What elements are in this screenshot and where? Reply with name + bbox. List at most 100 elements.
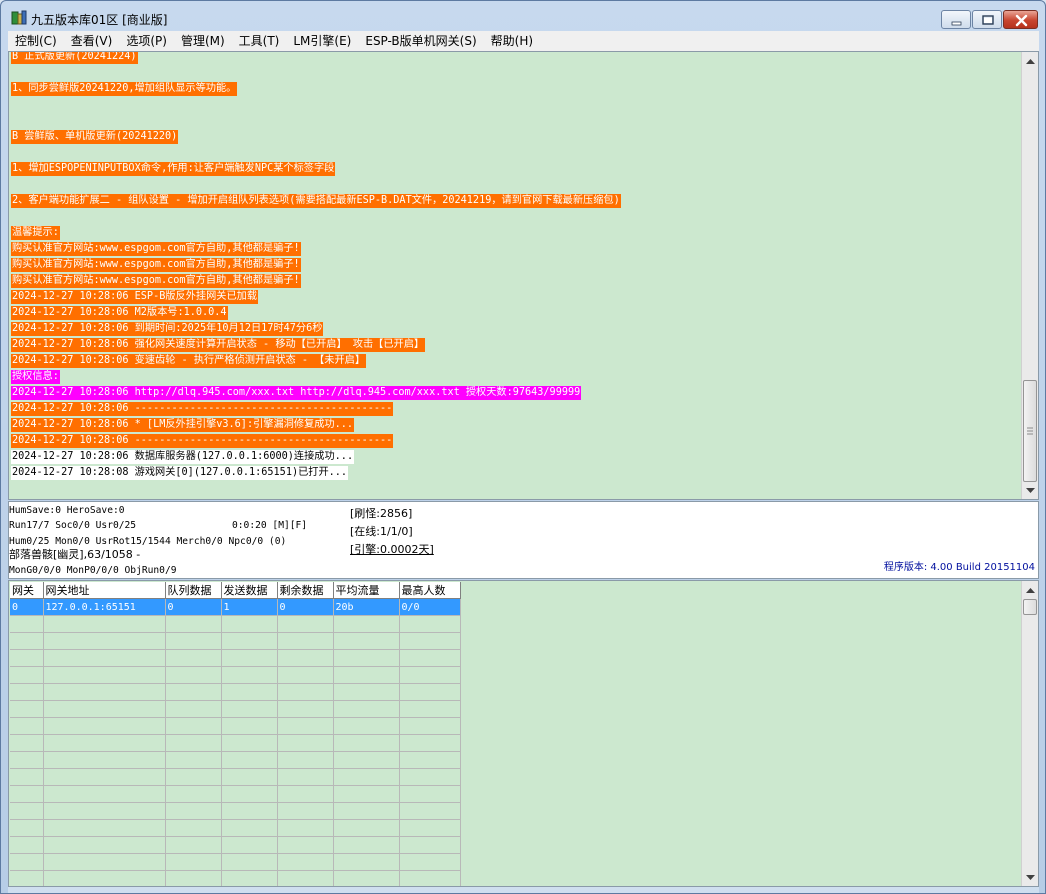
empty-cell [277,717,334,735]
menu-bar: 控制(C) 查看(V) 选项(P) 管理(M) 工具(T) LM引擎(E) ES… [8,31,1039,51]
empty-cell [43,785,166,803]
empty-cell [221,717,278,735]
empty-cell [10,666,44,684]
grid-scroll-thumb[interactable] [1023,599,1037,615]
column-header[interactable]: 平均流量 [333,582,400,599]
empty-cell [165,734,222,752]
empty-cell [165,870,222,886]
log-line: 2024-12-27 10:28:06 数据库服务器(127.0.0.1:600… [11,450,355,464]
log-pane[interactable]: B 正式版更新(20241224) 1、同步尝鲜版20241220,增加组队显示等… [8,51,1039,500]
empty-cell [277,768,334,786]
empty-cell [165,853,222,871]
minimize-button[interactable] [941,10,971,29]
menu-view[interactable]: 查看(V) [64,31,120,51]
empty-cell [43,751,166,769]
log-scrollbar[interactable] [1021,52,1038,499]
column-header[interactable]: 网关地址 [43,582,166,599]
log-line: 授权信息: [11,370,60,384]
log-line: 2024-12-27 10:28:06 变速齿轮 - 执行严格侦测开启状态 - … [11,354,367,368]
close-button[interactable] [1003,10,1038,29]
scroll-down-button[interactable] [1022,482,1038,499]
column-header[interactable]: 队列数据 [165,582,222,599]
arrow-down-icon [1025,874,1035,880]
empty-cell [399,768,461,786]
empty-cell [43,666,166,684]
empty-cell [43,649,166,667]
column-header[interactable]: 最高人数 [399,582,461,599]
empty-cell [221,683,278,701]
grid-scrollbar[interactable] [1021,581,1038,886]
log-line: 1、同步尝鲜版20241220,增加组队显示等功能。 [11,82,238,96]
program-version: 程序版本: 4.00 Build 20151104 [883,562,1035,573]
empty-row [10,768,461,786]
status-humsave: HumSave:0 HeroSave:0 [9,505,125,516]
log-line: 2024-12-27 10:28:06 强化网关速度计算开启状态 - 移动【已开… [11,338,426,352]
empty-cell [43,819,166,837]
empty-cell [333,870,400,886]
gateway-table: 网关 网关地址 队列数据 发送数据 剩余数据 平均流量 最高人数 0 127.0.0.1:65… [10,582,461,886]
menu-manage[interactable]: 管理(M) [174,31,232,51]
menu-options[interactable]: 选项(P) [119,31,174,51]
empty-cell [333,717,400,735]
empty-cell [221,785,278,803]
empty-cell [165,615,222,633]
menu-control[interactable]: 控制(C) [8,31,64,51]
arrow-up-icon [1025,587,1035,593]
log-line: B 尝鲜版、单机版更新(20241220) [11,130,179,144]
log-line: 温馨提示: [11,226,60,240]
title-bar[interactable]: 九五版本库01区 [商业版] [1,1,1045,31]
empty-cell [10,717,44,735]
empty-cell [333,785,400,803]
table-cell: 0/0 [399,598,461,616]
table-cell: 20b [333,598,400,616]
log-line: 2024-12-27 10:28:08 游戏网关[0](127.0.0.1:65… [11,466,349,480]
empty-cell [165,717,222,735]
empty-cell [399,700,461,718]
log-line: B 正式版更新(20241224) [11,52,138,64]
empty-cell [333,734,400,752]
empty-cell [10,870,44,886]
empty-cell [43,615,166,633]
log-line: 2024-12-27 10:28:06 M2版本号:1.0.0.4 [11,306,228,320]
grid-scroll-down-button[interactable] [1022,869,1038,886]
menu-help[interactable]: 帮助(H) [484,31,540,51]
empty-row [10,632,461,650]
scroll-thumb[interactable] [1023,380,1037,482]
empty-cell [399,649,461,667]
column-header[interactable]: 剩余数据 [277,582,334,599]
table-header-row: 网关 网关地址 队列数据 发送数据 剩余数据 平均流量 最高人数 [10,582,461,599]
table-cell: 127.0.0.1:65151 [43,598,166,616]
empty-cell [10,768,44,786]
empty-cell [277,836,334,854]
empty-cell [277,785,334,803]
table-row[interactable]: 0 127.0.0.1:65151 0 1 0 20b 0/0 [10,598,461,616]
column-header[interactable]: 网关 [10,582,44,599]
empty-cell [333,853,400,871]
empty-cell [221,836,278,854]
status-online: [在线:1/1/0] [350,525,413,538]
empty-cell [43,768,166,786]
menu-espb-gateway[interactable]: ESP-B版单机网关(S) [358,31,483,51]
window-title: 九五版本库01区 [商业版] [31,13,168,27]
log-line: 购买认准官方网站:www.espgom.com官方自助,其他都是骗子! [11,242,301,256]
app-icon [11,10,27,25]
log-line: 1、增加ESPOPENINPUTBOX命令,作用:让客户端触发NPC某个标签字段 [11,162,336,176]
empty-cell [43,683,166,701]
table-cell: 0 [165,598,222,616]
empty-cell [277,853,334,871]
menu-tools[interactable]: 工具(T) [232,31,287,51]
empty-cell [165,819,222,837]
gateway-grid-pane: 网关 网关地址 队列数据 发送数据 剩余数据 平均流量 最高人数 0 127.0.0.1:65… [8,580,1039,887]
empty-cell [277,666,334,684]
empty-cell [10,734,44,752]
grid-scroll-up-button[interactable] [1022,581,1038,598]
empty-cell [10,649,44,667]
scroll-up-button[interactable] [1022,52,1038,69]
empty-cell [399,802,461,820]
maximize-button[interactable] [972,10,1002,29]
status-run: Run17/7 Soc0/0 Usr0/25 [9,520,137,531]
empty-cell [399,819,461,837]
column-header[interactable]: 发送数据 [221,582,278,599]
menu-lm-engine[interactable]: LM引擎(E) [286,31,358,51]
log-list: B 正式版更新(20241224) 1、同步尝鲜版20241220,增加组队显示等… [11,52,1019,499]
